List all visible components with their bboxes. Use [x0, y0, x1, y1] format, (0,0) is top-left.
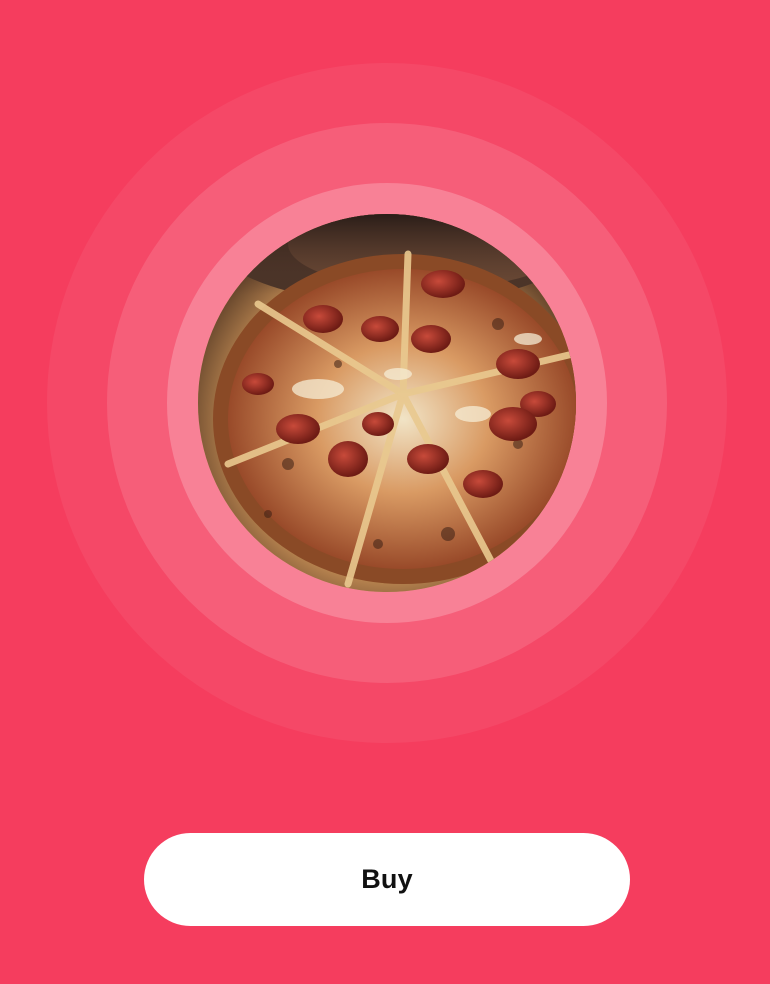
pizza-image: [198, 214, 576, 592]
pizza-illustration: [198, 214, 576, 592]
buy-button[interactable]: Buy: [144, 833, 630, 926]
buy-button-label: Buy: [361, 864, 413, 894]
product-screen: Buy: [0, 0, 770, 984]
